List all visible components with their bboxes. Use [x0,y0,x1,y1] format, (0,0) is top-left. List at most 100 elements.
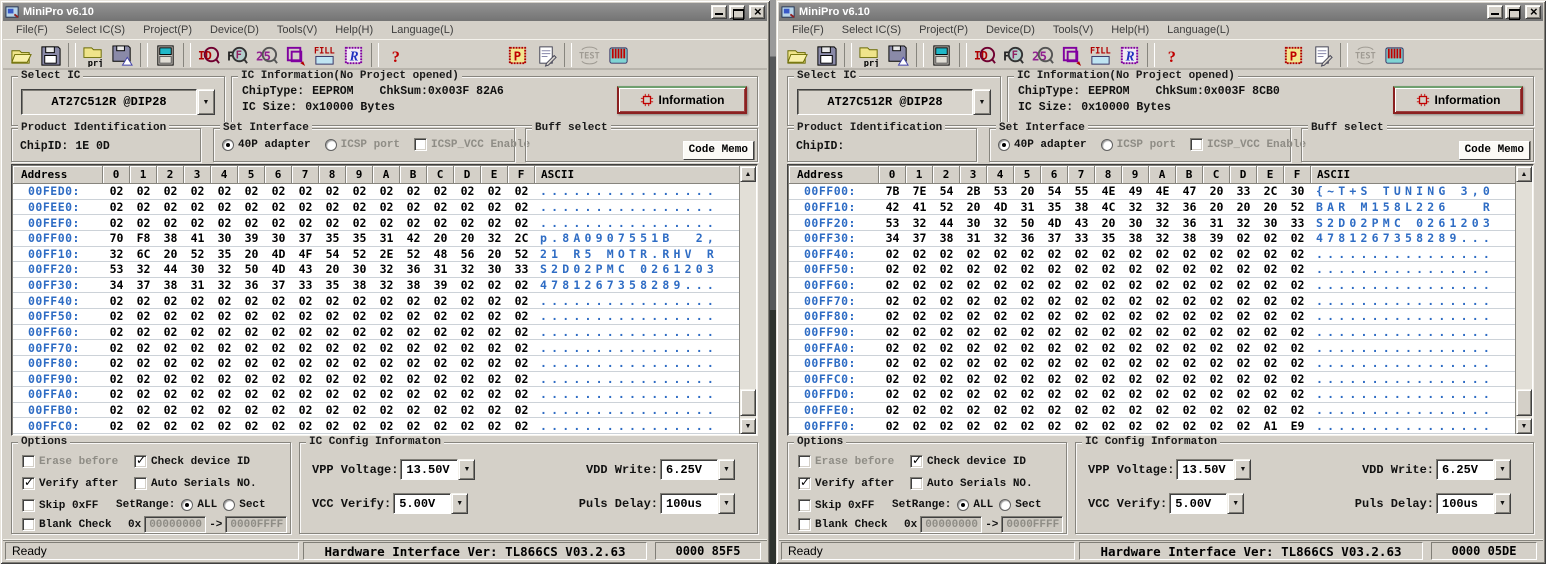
byte-cell[interactable]: 02 [1230,278,1257,294]
byte-cell[interactable]: 02 [1068,418,1095,434]
byte-cell[interactable]: 02 [292,387,319,403]
fill-buffer-icon[interactable]: FILL [1086,42,1115,68]
byte-cell[interactable]: 20 [1014,184,1041,200]
search-id-icon[interactable]: ID [194,42,223,68]
byte-cell[interactable]: 02 [373,387,400,403]
byte-cell[interactable]: 02 [292,184,319,200]
byte-cell[interactable]: 02 [1041,387,1068,403]
byte-cell[interactable]: 02 [1284,262,1311,278]
byte-cell[interactable]: 02 [1230,403,1257,419]
byte-cell[interactable]: 02 [103,356,130,372]
byte-cell[interactable]: 02 [103,293,130,309]
dropdown-arrow-icon[interactable] [718,459,735,480]
byte-cell[interactable]: 32 [481,231,508,247]
byte-cell[interactable]: 38 [157,278,184,294]
byte-cell[interactable]: 02 [508,278,535,294]
byte-cell[interactable]: 50 [1014,215,1041,231]
byte-cell[interactable]: 02 [157,418,184,434]
byte-cell[interactable]: 02 [1149,418,1176,434]
ascii-cell[interactable]: ................ [1311,387,1515,403]
scrollbar-thumb[interactable] [740,389,756,416]
byte-cell[interactable]: 02 [265,200,292,216]
byte-cell[interactable]: 02 [1068,403,1095,419]
menu-item[interactable]: Project(P) [910,22,977,38]
menu-item[interactable]: Tools(V) [1044,22,1102,38]
vcc-verify-value[interactable]: 5.00V [1169,493,1227,514]
vpp-voltage-value[interactable]: 13.50V [1176,459,1234,480]
menu-item[interactable]: Device(D) [977,22,1044,38]
checkbox-blank-check[interactable]: Blank Check [798,518,888,531]
byte-cell[interactable]: 02 [427,184,454,200]
byte-cell[interactable]: 02 [103,325,130,341]
byte-cell[interactable]: 02 [211,215,238,231]
byte-cell[interactable]: 02 [265,372,292,388]
byte-cell[interactable]: 30 [1257,215,1284,231]
byte-cell[interactable]: 33 [1284,215,1311,231]
byte-cell[interactable]: 02 [1095,372,1122,388]
byte-cell[interactable]: 02 [103,403,130,419]
byte-cell[interactable]: 02 [319,293,346,309]
ascii-cell[interactable]: S2D02PMC 0261203 [1311,215,1515,231]
search-id-icon[interactable]: ID [970,42,999,68]
byte-cell[interactable]: 02 [292,325,319,341]
byte-cell[interactable]: 02 [1068,325,1095,341]
byte-cell[interactable]: 52 [400,247,427,263]
byte-cell[interactable]: 20 [427,231,454,247]
byte-cell[interactable]: 02 [1176,247,1203,263]
byte-cell[interactable]: 02 [400,325,427,341]
byte-cell[interactable]: 31 [1014,200,1041,216]
byte-cell[interactable]: 02 [1095,278,1122,294]
byte-cell[interactable]: 02 [481,403,508,419]
checkbox-verify-after[interactable]: Verify after [798,477,894,490]
byte-cell[interactable]: 02 [184,325,211,341]
byte-cell[interactable]: 54 [933,184,960,200]
byte-cell[interactable]: 02 [319,215,346,231]
byte-cell[interactable]: 02 [211,403,238,419]
byte-cell[interactable]: 02 [879,356,906,372]
byte-cell[interactable]: 02 [292,200,319,216]
byte-cell[interactable]: 02 [508,215,535,231]
byte-cell[interactable]: 02 [454,200,481,216]
byte-cell[interactable]: 02 [1149,325,1176,341]
byte-cell[interactable]: 30 [960,215,987,231]
byte-cell[interactable]: 4C [1095,200,1122,216]
byte-cell[interactable]: 02 [1014,278,1041,294]
byte-cell[interactable]: 02 [427,293,454,309]
byte-cell[interactable]: 02 [1203,418,1230,434]
byte-cell[interactable]: 02 [987,418,1014,434]
byte-cell[interactable]: 02 [1149,372,1176,388]
byte-cell[interactable]: 02 [1257,293,1284,309]
search-ff-icon[interactable]: FF [999,42,1028,68]
byte-cell[interactable]: 02 [1176,372,1203,388]
byte-cell[interactable]: 02 [1284,325,1311,341]
byte-cell[interactable]: 02 [1041,309,1068,325]
byte-cell[interactable]: 02 [987,278,1014,294]
byte-cell[interactable]: 02 [238,309,265,325]
byte-cell[interactable]: 02 [508,184,535,200]
byte-cell[interactable]: 02 [933,418,960,434]
byte-cell[interactable]: 39 [238,231,265,247]
radio-40p-adapter[interactable]: 40P adapter [998,139,1087,151]
byte-cell[interactable]: 32 [987,231,1014,247]
byte-cell[interactable]: 02 [1041,325,1068,341]
byte-cell[interactable]: 02 [238,356,265,372]
byte-cell[interactable]: 20 [1257,200,1284,216]
byte-cell[interactable]: 02 [1284,356,1311,372]
byte-cell[interactable]: 7E [906,184,933,200]
puls-delay-select[interactable]: 100us [660,493,735,514]
open-project-icon[interactable]: prj [79,42,108,68]
minimize-button[interactable] [1487,5,1503,19]
ascii-cell[interactable]: ................ [535,325,739,341]
byte-cell[interactable]: 02 [319,309,346,325]
checkbox-auto-serials[interactable]: Auto Serials NO. [910,477,1033,490]
byte-cell[interactable]: 02 [292,293,319,309]
byte-cell[interactable]: 02 [987,340,1014,356]
vcc-verify-value[interactable]: 5.00V [393,493,451,514]
help-icon[interactable]: ? [382,42,411,68]
byte-cell[interactable]: 02 [1122,387,1149,403]
byte-cell[interactable]: 02 [1041,247,1068,263]
byte-cell[interactable]: 02 [346,403,373,419]
save-file-icon[interactable] [36,42,65,68]
ascii-cell[interactable]: ................ [1311,418,1515,434]
byte-cell[interactable]: 02 [103,340,130,356]
